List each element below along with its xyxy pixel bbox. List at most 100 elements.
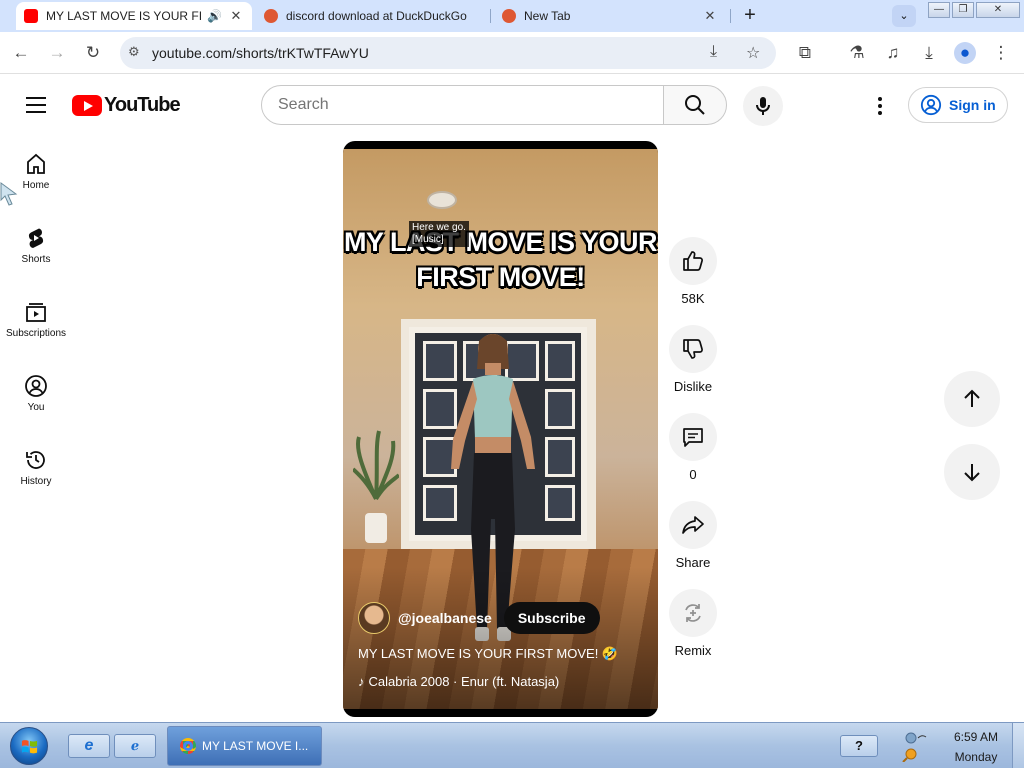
minimize-button[interactable]: —: [928, 2, 950, 18]
remix-button[interactable]: [669, 589, 717, 637]
settings-kebab-icon[interactable]: [868, 94, 892, 118]
help-tray-button[interactable]: ?: [840, 735, 878, 757]
url-text: youtube.com/shorts/trKTwTFAwYU: [152, 45, 369, 61]
sidebar-item-subscriptions[interactable]: Subscriptions: [0, 284, 72, 354]
subscriptions-icon: [26, 303, 46, 322]
reload-icon[interactable]: ↻: [82, 42, 104, 64]
music-link[interactable]: ♪ Calabria 2008 · Enur (ft. Natasja): [358, 674, 559, 689]
channel-handle[interactable]: @joealbanese: [398, 610, 492, 626]
speaker-icon[interactable]: 🔊: [207, 9, 222, 23]
youtube-wordmark: YouTube: [104, 94, 181, 116]
comment-count: 0: [689, 467, 697, 482]
remix-icon: [685, 604, 701, 622]
tab-new-tab[interactable]: New Tab ✕: [494, 2, 726, 30]
video-overlay-text: MY LAST MOVE IS YOUR FIRST MOVE!: [343, 227, 658, 292]
tab-divider: [730, 9, 731, 23]
tab-divider: [490, 9, 491, 23]
taskbar-item-chrome[interactable]: MY LAST MOVE I...: [167, 726, 322, 766]
back-arrow-icon[interactable]: ←: [10, 42, 32, 64]
sidebar-item-label: Subscriptions: [5, 328, 67, 339]
forward-arrow-icon[interactable]: →: [46, 42, 68, 64]
clock-day: Monday: [954, 750, 998, 764]
hamburger-menu-icon[interactable]: [26, 97, 46, 113]
explorer-window-icon: ℯ: [130, 738, 140, 753]
close-tab-icon[interactable]: ✕: [228, 8, 244, 24]
extensions-icon[interactable]: ⧉: [794, 42, 816, 64]
dislike-label: Dislike: [673, 379, 713, 394]
start-button[interactable]: [10, 727, 48, 765]
thumbs-up-icon: [683, 251, 703, 271]
ceiling-light: [427, 191, 457, 209]
sidebar-item-shorts[interactable]: Shorts: [0, 210, 72, 280]
browser-toolbar: ← → ↻ ⚙ youtube.com/shorts/trKTwTFAwYU ⤓…: [0, 32, 1024, 74]
mouse-cursor-icon: [0, 182, 18, 206]
previous-short-button[interactable]: [944, 371, 1000, 427]
comment-icon: [683, 428, 703, 447]
shorts-video-player[interactable]: MY LAST MOVE IS YOUR FIRST MOVE! Here we…: [343, 141, 658, 717]
thumbs-down-icon: [683, 339, 703, 359]
home-icon: [27, 153, 45, 174]
tab-title: discord download at DuckDuckGo: [286, 9, 467, 23]
tab-youtube-short[interactable]: MY LAST MOVE IS YOUR FIRST MOVE! 🤣 #shor…: [16, 2, 252, 30]
bookmark-star-icon[interactable]: ☆: [746, 43, 760, 63]
browser-tab-strip: MY LAST MOVE IS YOUR FIRST MOVE! 🤣 #shor…: [0, 0, 1024, 32]
close-tab-icon[interactable]: ✕: [702, 8, 718, 24]
tab-duckduckgo[interactable]: discord download at DuckDuckGo: [256, 2, 486, 30]
channel-avatar[interactable]: [358, 602, 390, 634]
youtube-play-logo-icon: [72, 95, 102, 116]
network-tray-icon[interactable]: [902, 728, 928, 762]
address-bar[interactable]: ⚙ youtube.com/shorts/trKTwTFAwYU ⤓ ☆: [120, 37, 776, 69]
closed-captions: Here we go. [Music]: [409, 221, 469, 247]
channel-bar: @joealbanese Subscribe: [358, 602, 600, 634]
sidebar-item-label: Shorts: [21, 254, 51, 265]
sidebar-item-history[interactable]: History: [0, 432, 72, 502]
internet-explorer-launch-button[interactable]: e: [68, 734, 110, 758]
browser-menu-icon[interactable]: ⋮: [990, 42, 1012, 64]
tab-title: MY LAST MOVE IS YOUR FIRST MOVE! 🤣 #shor…: [46, 9, 202, 23]
you-icon: [25, 375, 47, 397]
subscribe-button[interactable]: Subscribe: [503, 602, 600, 634]
site-info-icon[interactable]: ⚙: [128, 44, 140, 60]
share-button[interactable]: [669, 501, 717, 549]
next-short-button[interactable]: [944, 444, 1000, 500]
profile-avatar-icon[interactable]: ●: [954, 42, 976, 64]
search-button[interactable]: [663, 85, 727, 125]
arrow-up-icon: [964, 389, 980, 407]
clock-time: 6:59 AM: [953, 730, 999, 744]
duckduckgo-favicon-icon: [264, 9, 278, 23]
new-tab-button[interactable]: +: [740, 5, 760, 26]
short-caption[interactable]: MY LAST MOVE IS YOUR FIRST MOVE! 🤣: [358, 646, 618, 662]
windows-taskbar: e ℯ MY LAST MOVE I... ? 6:59 AM Monday: [0, 722, 1024, 768]
sidebar-item-you[interactable]: You: [0, 358, 72, 428]
install-app-icon[interactable]: ⤓: [710, 43, 717, 61]
system-clock[interactable]: 6:59 AM Monday: [945, 727, 1007, 767]
bottom-gradient: [343, 567, 658, 717]
voice-search-button[interactable]: [743, 86, 783, 126]
arrow-down-icon: [964, 464, 980, 482]
sign-in-button[interactable]: Sign in: [908, 87, 1008, 123]
sidebar-item-label: You: [27, 402, 45, 413]
share-arrow-icon: [682, 516, 704, 534]
youtube-logo[interactable]: YouTube: [72, 94, 181, 117]
youtube-favicon-icon: [24, 9, 38, 23]
downloads-icon[interactable]: ⤓: [918, 42, 940, 64]
sign-in-label: Sign in: [949, 97, 996, 113]
explorer-launch-button[interactable]: ℯ: [114, 734, 156, 758]
like-button[interactable]: [669, 237, 717, 285]
labs-flask-icon[interactable]: ⚗: [846, 42, 868, 64]
search-input[interactable]: [261, 85, 664, 125]
youtube-header: YouTube Sign in: [0, 74, 1024, 136]
restore-button[interactable]: ❐: [952, 2, 974, 18]
comments-button[interactable]: [669, 413, 717, 461]
chrome-icon: [180, 738, 196, 754]
windows-flag-icon: [21, 740, 38, 754]
tab-title: New Tab: [524, 9, 571, 23]
remix-label: Remix: [674, 643, 712, 658]
show-desktop-button[interactable]: [1012, 723, 1024, 768]
taskbar-item-label: MY LAST MOVE I...: [202, 739, 309, 753]
dislike-button[interactable]: [669, 325, 717, 373]
microphone-icon: [756, 97, 770, 115]
close-window-button[interactable]: ✕: [976, 2, 1020, 18]
tab-search-button[interactable]: ⌄: [892, 5, 916, 27]
media-controls-icon[interactable]: ♫: [882, 42, 904, 64]
